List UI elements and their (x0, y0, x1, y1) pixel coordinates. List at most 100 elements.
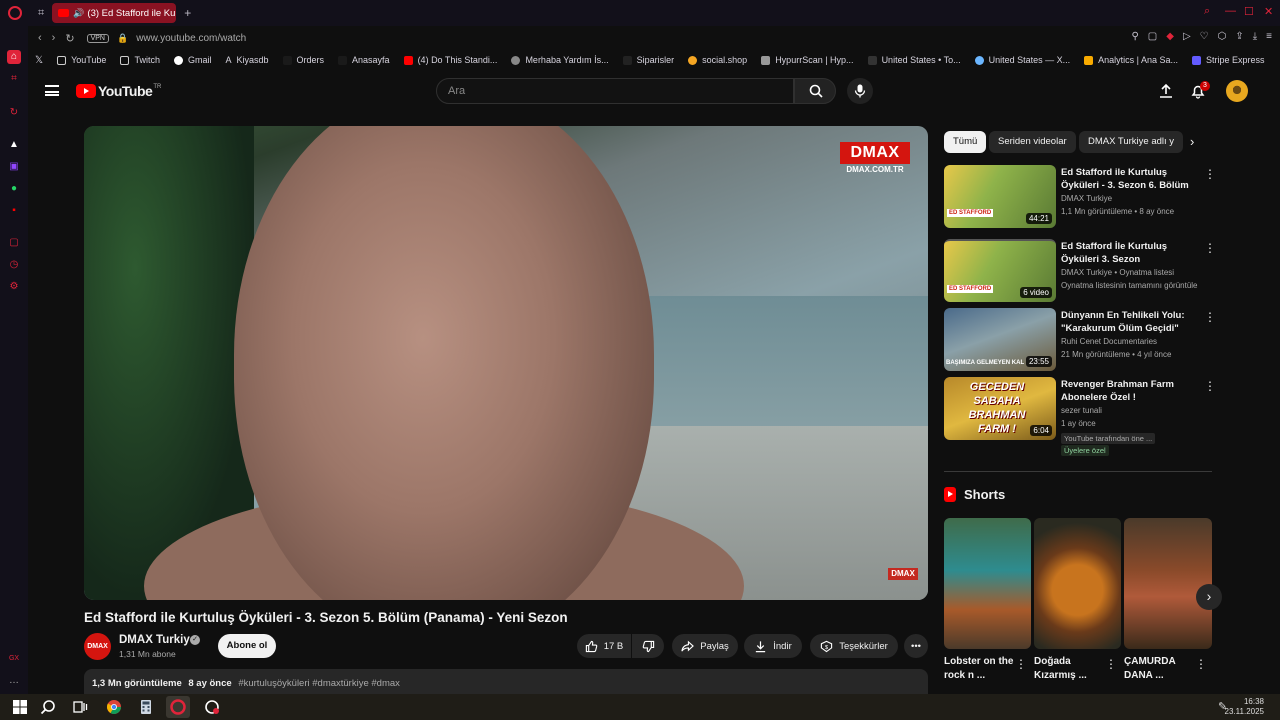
more-vert-icon[interactable]: ⋮ (1204, 241, 1216, 255)
lock-icon[interactable]: 🔒 (117, 33, 128, 44)
back-icon[interactable]: ‹ (38, 32, 42, 44)
bookmark-united-states-1[interactable]: United States • To... (867, 55, 961, 65)
gamepad-icon[interactable]: ⌗ (38, 7, 44, 20)
rec-meta[interactable]: Oynatma listesinin tamamını görüntüle (1061, 281, 1206, 290)
search-button[interactable] (794, 78, 836, 104)
subscribe-button[interactable]: Abone ol (218, 634, 276, 658)
chrome-icon[interactable] (106, 699, 122, 715)
bookmark-analytics[interactable]: Analytics | Ana Sa... (1084, 55, 1178, 65)
thanks-button[interactable]: $ Teşekkürler (810, 634, 898, 658)
speaker-icon[interactable]: 🔊 (73, 8, 84, 19)
opera-icon[interactable] (204, 699, 220, 715)
chevron-right-icon[interactable]: › (1190, 134, 1194, 149)
home-icon[interactable]: ⌂ (7, 50, 21, 64)
nav-icon[interactable]: ▲ (7, 138, 21, 152)
x-icon[interactable]: 𝕏 (35, 55, 43, 66)
bookmark-hypurrscan[interactable]: HypurrScan | Hyp... (761, 55, 854, 65)
upload-icon[interactable] (1158, 83, 1174, 99)
search-input[interactable]: Ara (436, 78, 794, 104)
url-field[interactable]: www.youtube.com/watch (136, 33, 246, 44)
extensions-icon[interactable]: ⬡ (1218, 31, 1227, 42)
cube-icon[interactable]: ▢ (7, 236, 21, 250)
bookmark-social-shop[interactable]: social.shop (688, 55, 747, 65)
active-tab[interactable]: 🔊 (3) Ed Stafford ile Kurtu (52, 3, 177, 23)
video-thumbnail[interactable]: GECEDEN SABAHA BRAHMAN FARM ! 6:04 (944, 377, 1056, 440)
share-icon[interactable]: ⇪ (1235, 31, 1243, 42)
more-vert-icon[interactable]: ⋮ (1204, 167, 1216, 181)
gamepad-icon[interactable]: ⌗ (7, 72, 21, 86)
reload-icon[interactable]: ↻ (65, 32, 74, 45)
forward-icon[interactable]: › (52, 32, 56, 44)
youtube-logo[interactable]: YouTube TR (76, 83, 161, 99)
like-button[interactable]: 17 B (577, 634, 631, 658)
bookmark-gmail[interactable]: Gmail (173, 55, 211, 65)
description-box[interactable]: 1,3 Mn görüntüleme 8 ay önce #kurtuluşöy… (84, 669, 928, 694)
more-vert-icon[interactable]: ⋮ (1015, 657, 1027, 671)
bookmark-twitch[interactable]: Twitch (120, 55, 160, 65)
dislike-button[interactable] (632, 634, 664, 658)
short-thumbnail[interactable] (1124, 518, 1212, 649)
gx-icon[interactable]: GX (7, 652, 21, 666)
windows-start-icon[interactable] (12, 699, 28, 715)
short-thumbnail[interactable] (944, 518, 1031, 649)
vpn-badge[interactable]: VPN (86, 33, 109, 43)
task-view-icon[interactable] (72, 699, 88, 715)
short-title[interactable]: ÇAMURDA DANA ... (1124, 655, 1199, 683)
more-vert-icon[interactable]: ⋮ (1195, 657, 1207, 671)
video-player[interactable]: DMAX DMAX.COM.TR DMAX (84, 126, 928, 600)
recommendation-item[interactable]: ED STAFFORD 44:21 Ed Stafford ile Kurtul… (944, 165, 1216, 229)
search-icon[interactable] (40, 699, 56, 715)
recommendation-item[interactable]: GECEDEN SABAHA BRAHMAN FARM ! 6:04 Reven… (944, 377, 1216, 459)
bookmark-stripe[interactable]: Stripe Express (1192, 55, 1265, 65)
twitch-icon[interactable]: ▣ (7, 160, 21, 174)
bookmark-orders[interactable]: Orders (282, 55, 324, 65)
bookmark-siparisler[interactable]: Siparisler (622, 55, 674, 65)
hashtags[interactable]: #kurtuluşöyküleri #dmaxtürkiye #dmax (238, 678, 400, 689)
bookmark-youtube-video[interactable]: (4) Do This Standi... (403, 55, 497, 65)
opera-gx-icon[interactable] (170, 699, 186, 715)
share-button[interactable]: Paylaş (672, 634, 738, 658)
close-button[interactable]: ✕ (1264, 5, 1273, 18)
short-title[interactable]: Doğada Kızarmış ... (1034, 655, 1109, 683)
download-icon[interactable]: ⤓ (1253, 31, 1257, 42)
history-icon[interactable]: ◷ (7, 258, 21, 272)
more-vert-icon[interactable]: ⋮ (1204, 310, 1216, 324)
bookmark-merhaba[interactable]: Merhaba Yardım İs... (511, 55, 609, 65)
maximize-button[interactable]: ☐ (1244, 5, 1254, 18)
minimize-button[interactable]: — (1225, 5, 1236, 17)
shorts-next-button[interactable]: › (1196, 584, 1222, 610)
snapshot-icon[interactable]: ▢ (1148, 31, 1157, 42)
chip-channel[interactable]: DMAX Turkiye adlı y (1079, 131, 1183, 153)
play-icon[interactable]: ▷ (1183, 31, 1191, 42)
avatar[interactable] (1226, 80, 1248, 102)
more-vert-icon[interactable]: ⋮ (1105, 657, 1117, 671)
bookmark-anasayfa[interactable]: Anasayfa (338, 55, 390, 65)
voice-search-button[interactable] (847, 78, 873, 104)
download-button[interactable]: İndir (744, 634, 802, 658)
calculator-icon[interactable] (138, 699, 154, 715)
short-thumbnail[interactable] (1034, 518, 1121, 649)
heart-icon[interactable]: ♡ (1200, 31, 1209, 42)
bookmark-kiyasdb[interactable]: A Kiyasdb (225, 55, 268, 65)
refresh-icon[interactable]: ↻ (7, 106, 21, 120)
video-thumbnail[interactable]: BAŞIMIZA GELMEYEN KAL 23:55 (944, 308, 1056, 371)
settings-icon[interactable]: ⚙ (7, 280, 21, 294)
menu-icon[interactable]: ≡ (1266, 31, 1272, 42)
bookmark-youtube[interactable]: YouTube (57, 55, 106, 65)
more-icon[interactable]: … (7, 674, 21, 688)
hamburger-menu-icon[interactable] (45, 85, 59, 96)
youtube-icon[interactable]: ▪ (7, 204, 21, 218)
pin-icon[interactable]: ⚲ (1131, 31, 1138, 42)
chip-series[interactable]: Seriden videolar (989, 131, 1076, 153)
playlist-thumbnail[interactable]: ED STAFFORD 6 video (944, 239, 1056, 302)
bookmark-united-states-2[interactable]: United States — X... (974, 55, 1070, 65)
short-title[interactable]: Lobster on the rock n ... (944, 655, 1019, 683)
channel-name[interactable]: DMAX Turkiye (119, 634, 196, 646)
whatsapp-icon[interactable]: ● (7, 182, 21, 196)
more-actions-button[interactable]: ••• (904, 634, 928, 658)
channel-avatar[interactable]: DMAX (84, 633, 111, 660)
system-clock[interactable]: 16:38 23.11.2025 (1225, 697, 1264, 717)
recommendation-item[interactable]: ED STAFFORD 6 video Ed Stafford İle Kurt… (944, 239, 1216, 303)
video-thumbnail[interactable]: ED STAFFORD 44:21 (944, 165, 1056, 228)
more-vert-icon[interactable]: ⋮ (1204, 379, 1216, 393)
